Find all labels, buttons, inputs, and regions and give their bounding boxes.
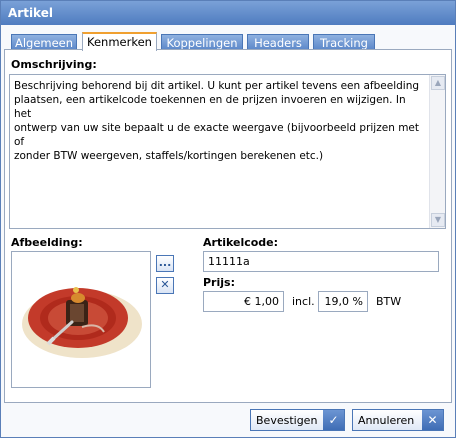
description-scrollbar[interactable]: ▲ ▼ bbox=[429, 75, 445, 228]
article-code-input[interactable]: 11111a bbox=[203, 251, 439, 272]
tab-kenmerken[interactable]: Kenmerken bbox=[82, 32, 157, 51]
vat-input[interactable]: 19,0 % bbox=[318, 291, 368, 312]
price-label: Prijs: bbox=[203, 276, 235, 289]
description-text: Beschrijving behorend bij dit artikel. U… bbox=[14, 79, 426, 163]
incl-label: incl. bbox=[292, 295, 315, 308]
cancel-button[interactable]: Annuleren ✕ bbox=[352, 409, 444, 431]
browse-image-button[interactable]: ... bbox=[156, 255, 174, 272]
close-icon: ✕ bbox=[422, 410, 443, 430]
scroll-up-icon[interactable]: ▲ bbox=[431, 76, 445, 90]
article-code-label: Artikelcode: bbox=[203, 236, 279, 249]
confirm-button[interactable]: Bevestigen ✓ bbox=[250, 409, 345, 431]
confirm-button-label: Bevestigen bbox=[256, 414, 318, 427]
description-line: ontwerp van uw site bepaalt u de exacte … bbox=[14, 122, 419, 148]
description-line: zonder BTW weergeven, staffels/kortingen… bbox=[14, 150, 324, 162]
description-line: Beschrijving behorend bij dit artikel. U… bbox=[14, 80, 420, 92]
close-icon: ✕ bbox=[160, 278, 170, 291]
artikel-dialog: Artikel Algemeen Kenmerken Koppelingen H… bbox=[0, 0, 456, 438]
scroll-down-icon[interactable]: ▼ bbox=[431, 213, 445, 227]
price-input[interactable]: € 1,00 bbox=[203, 291, 284, 312]
tab-algemeen[interactable]: Algemeen bbox=[11, 34, 77, 50]
tab-tracking[interactable]: Tracking bbox=[313, 34, 375, 50]
description-textarea[interactable]: Beschrijving behorend bij dit artikel. U… bbox=[9, 74, 446, 229]
product-image bbox=[22, 287, 142, 358]
description-line: plaatsen, een artikelcode toekennen en d… bbox=[14, 94, 406, 120]
check-icon: ✓ bbox=[323, 410, 344, 430]
cancel-button-label: Annuleren bbox=[358, 414, 415, 427]
tab-headers[interactable]: Headers bbox=[247, 34, 309, 50]
product-image-frame bbox=[11, 251, 151, 388]
description-label: Omschrijving: bbox=[11, 58, 97, 71]
image-label: Afbeelding: bbox=[11, 236, 83, 249]
tab-koppelingen[interactable]: Koppelingen bbox=[161, 34, 243, 50]
remove-image-button[interactable]: ✕ bbox=[156, 277, 174, 294]
vat-label: BTW bbox=[376, 295, 402, 308]
window-title: Artikel bbox=[1, 1, 455, 25]
